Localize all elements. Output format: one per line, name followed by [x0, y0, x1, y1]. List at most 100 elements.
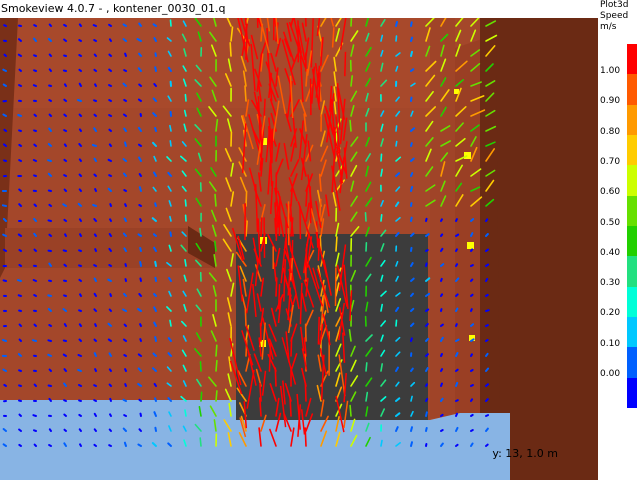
- velocity-vector: [425, 383, 428, 387]
- velocity-vector: [47, 159, 52, 162]
- velocity-vector: [470, 248, 474, 252]
- velocity-vector: [63, 399, 67, 402]
- velocity-vector: [184, 409, 187, 417]
- velocity-vector: [455, 248, 458, 252]
- smoke-scene-svg: [0, 18, 598, 480]
- velocity-vector: [47, 353, 52, 357]
- legend-title: Plot3d Speed m/s: [600, 0, 628, 33]
- velocity-vector: [274, 367, 277, 387]
- velocity-vector: [137, 443, 142, 447]
- velocity-vector: [48, 428, 52, 432]
- velocity-vector: [108, 352, 112, 357]
- sensor-marker: [464, 152, 471, 159]
- velocity-vector: [93, 113, 97, 117]
- velocity-vector: [470, 264, 474, 267]
- velocity-vector: [425, 398, 429, 402]
- velocity-vector: [470, 413, 474, 417]
- velocity-vector: [78, 278, 82, 282]
- velocity-vector: [153, 293, 157, 297]
- velocity-vector: [78, 249, 82, 252]
- velocity-vector: [410, 36, 414, 42]
- colorbar-segment: [627, 256, 637, 287]
- velocity-vector: [139, 412, 142, 417]
- velocity-vector: [17, 53, 22, 57]
- velocity-vector: [33, 248, 37, 252]
- velocity-vector: [154, 202, 157, 207]
- velocity-vector: [93, 277, 97, 282]
- velocity-vector: [107, 158, 112, 162]
- 3d-viewport[interactable]: y: 13, 1.0 m: [0, 18, 598, 480]
- velocity-vector: [169, 19, 172, 27]
- velocity-vector: [108, 84, 112, 87]
- legend-tick-label: 0.90: [600, 96, 621, 107]
- velocity-vector: [18, 309, 22, 312]
- velocity-vector: [33, 217, 37, 222]
- colorbar-segment: [627, 134, 637, 166]
- velocity-vector: [123, 292, 127, 297]
- velocity-vector: [410, 216, 413, 222]
- velocity-vector: [470, 232, 474, 237]
- velocity-vector: [485, 309, 490, 312]
- velocity-vector: [93, 308, 97, 312]
- colorbar-segment: [627, 225, 637, 257]
- velocity-vector: [124, 263, 127, 267]
- velocity-vector: [124, 383, 127, 387]
- velocity-vector: [108, 444, 112, 447]
- velocity-vector: [199, 227, 202, 237]
- velocity-vector: [395, 125, 398, 132]
- velocity-vector: [78, 428, 82, 432]
- velocity-vector: [200, 391, 203, 402]
- velocity-vector: [3, 248, 7, 252]
- velocity-vector: [410, 50, 413, 57]
- velocity-vector: [153, 233, 157, 237]
- velocity-vector: [63, 83, 67, 87]
- velocity-vector: [2, 113, 7, 117]
- velocity-vector: [3, 53, 7, 57]
- velocity-vector: [229, 41, 232, 57]
- velocity-vector: [137, 353, 142, 357]
- velocity-vector: [108, 383, 112, 387]
- velocity-vector: [78, 338, 82, 342]
- velocity-vector: [18, 323, 22, 327]
- colorbar-segment: [627, 165, 637, 196]
- velocity-vector: [485, 352, 489, 357]
- legend-tick-label: 0.60: [600, 187, 621, 198]
- velocity-vector: [79, 293, 82, 297]
- velocity-vector: [108, 114, 112, 117]
- velocity-vector: [154, 52, 157, 57]
- velocity-vector: [33, 429, 37, 432]
- velocity-vector: [78, 323, 82, 327]
- legend-tick-label: 0.30: [600, 278, 621, 289]
- velocity-vector: [2, 83, 7, 87]
- velocity-vector: [93, 99, 97, 102]
- velocity-vector: [440, 397, 444, 402]
- velocity-vector: [63, 23, 67, 27]
- velocity-vector: [455, 323, 458, 327]
- velocity-vector: [153, 37, 157, 42]
- velocity-vector: [455, 352, 459, 357]
- velocity-vector: [78, 68, 82, 72]
- velocity-vector: [18, 68, 22, 72]
- velocity-vector: [93, 384, 97, 387]
- legend-tick-label: 0.00: [600, 369, 621, 379]
- velocity-vector: [215, 390, 218, 402]
- velocity-vector: [122, 398, 127, 402]
- velocity-vector: [455, 233, 460, 237]
- velocity-vector: [154, 426, 157, 432]
- window-title: Smokeview 4.0.7 - , kontener_0030_01.q: [0, 0, 599, 18]
- velocity-vector: [123, 441, 127, 447]
- velocity-vector: [410, 202, 413, 207]
- velocity-vector: [425, 262, 428, 267]
- velocity-vector: [410, 337, 413, 342]
- velocity-vector: [108, 247, 112, 252]
- velocity-vector: [154, 127, 157, 132]
- velocity-vector: [440, 323, 444, 327]
- velocity-vector: [93, 428, 97, 432]
- velocity-vector: [63, 218, 67, 222]
- velocity-vector: [349, 404, 352, 417]
- velocity-vector: [138, 428, 142, 432]
- velocity-vector: [138, 204, 142, 207]
- velocity-vector: [63, 368, 67, 372]
- velocity-vector: [455, 443, 459, 447]
- velocity-vector: [123, 113, 127, 117]
